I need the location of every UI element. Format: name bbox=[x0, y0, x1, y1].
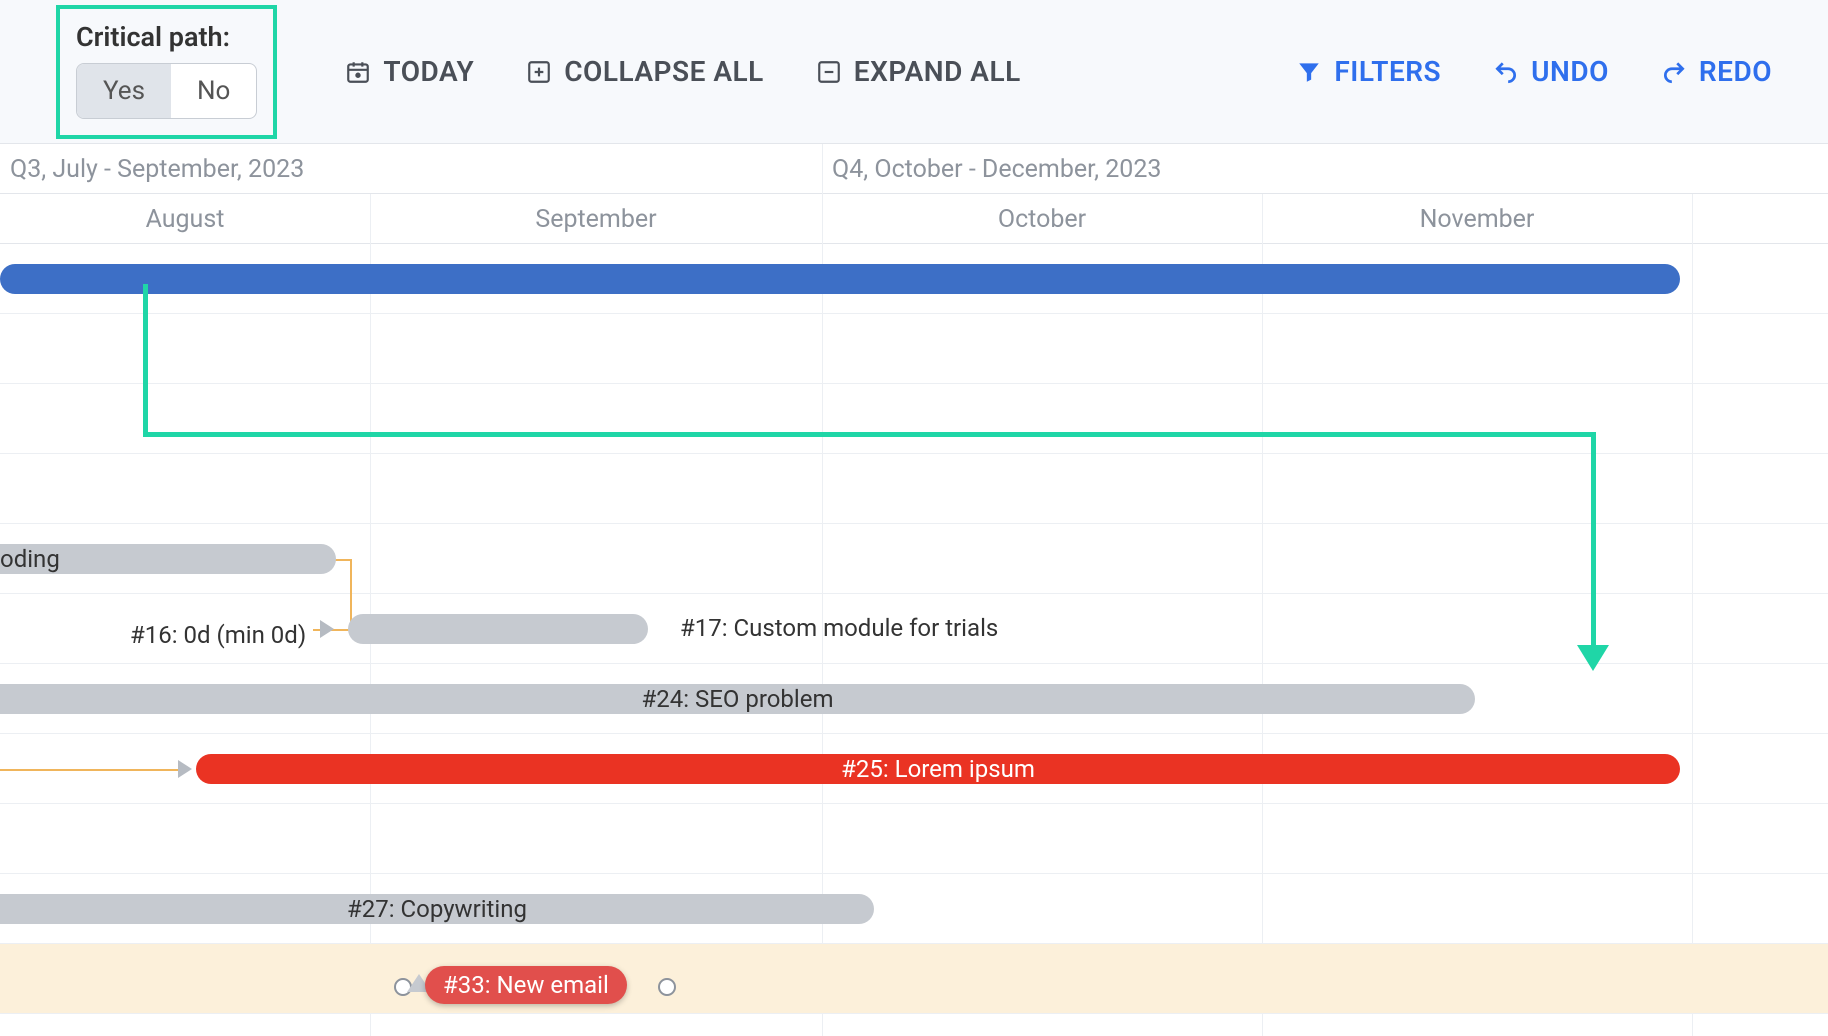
expand-icon bbox=[816, 59, 842, 85]
gantt-bar-label: oding bbox=[0, 545, 60, 573]
timeline-month-aug: August bbox=[0, 194, 370, 244]
gantt-chart-area[interactable]: Q3, July - September, 2023 Q4, October -… bbox=[0, 144, 1828, 1036]
critical-path-label: Critical path: bbox=[76, 21, 257, 53]
dependency-line bbox=[0, 769, 180, 771]
gantt-bar-lorem-critical[interactable]: #25: Lorem ipsum bbox=[196, 754, 1680, 784]
annotation-arrowhead-icon bbox=[1577, 645, 1609, 671]
gantt-bar-copy[interactable]: #27: Copywriting bbox=[0, 894, 874, 924]
collapse-all-button[interactable]: COLLAPSE ALL bbox=[526, 55, 764, 88]
redo-icon bbox=[1661, 59, 1687, 85]
today-label: TODAY bbox=[383, 55, 474, 88]
undo-button[interactable]: UNDO bbox=[1493, 55, 1609, 88]
constraint-handle[interactable] bbox=[658, 978, 676, 996]
filter-icon bbox=[1296, 59, 1322, 85]
gantt-row bbox=[0, 944, 1828, 1014]
annotation-arrow-line bbox=[143, 284, 148, 432]
gantt-bar-seo[interactable]: #24: SEO problem bbox=[0, 684, 1475, 714]
gantt-bar-label: #27: Copywriting bbox=[347, 895, 527, 923]
gantt-row bbox=[0, 314, 1828, 384]
gantt-row bbox=[0, 1014, 1828, 1036]
expand-all-button[interactable]: EXPAND ALL bbox=[816, 55, 1021, 88]
toolbar-right-group: FILTERS UNDO REDO bbox=[1296, 55, 1772, 88]
dependency-arrow-icon bbox=[320, 620, 334, 638]
gantt-row bbox=[0, 804, 1828, 874]
gantt-bar-label: #33: New email bbox=[443, 971, 609, 999]
collapse-all-label: COLLAPSE ALL bbox=[564, 55, 764, 88]
timeline-quarter-q3: Q3, July - September, 2023 bbox=[0, 144, 822, 194]
today-button[interactable]: TODAY bbox=[345, 55, 474, 88]
redo-label: REDO bbox=[1699, 55, 1772, 88]
gantt-bar-newemail[interactable]: #33: New email bbox=[425, 966, 627, 1004]
timeline-month-sep: September bbox=[370, 194, 822, 244]
dependency-arrow-icon bbox=[178, 760, 192, 778]
annotation-arrow-line bbox=[1591, 432, 1596, 647]
annotation-arrow-line bbox=[143, 432, 1593, 437]
timeline-month-oct: October bbox=[822, 194, 1262, 244]
gantt-bar-coding[interactable]: oding bbox=[0, 544, 336, 574]
gantt-bar-label: #25: Lorem ipsum bbox=[841, 755, 1035, 783]
timeline-quarter-q4: Q4, October - December, 2023 bbox=[822, 144, 1828, 194]
timeline-month-row: August September October November bbox=[0, 194, 1828, 244]
calendar-today-icon bbox=[345, 59, 371, 85]
critical-path-no-button[interactable]: No bbox=[171, 64, 256, 118]
undo-label: UNDO bbox=[1531, 55, 1609, 88]
gantt-bar-side-label: #17: Custom module for trials bbox=[680, 614, 998, 642]
toolbar: Critical path: Yes No TODAY COLLAPSE ALL… bbox=[0, 0, 1828, 144]
timeline-month-nov: November bbox=[1262, 194, 1692, 244]
timeline-quarter-row: Q3, July - September, 2023 Q4, October -… bbox=[0, 144, 1828, 194]
gantt-bar-summary[interactable] bbox=[0, 264, 1680, 294]
collapse-icon bbox=[526, 59, 552, 85]
critical-path-toggle: Yes No bbox=[76, 63, 257, 119]
redo-button[interactable]: REDO bbox=[1661, 55, 1772, 88]
gantt-row bbox=[0, 454, 1828, 524]
gantt-bar-trials[interactable] bbox=[348, 614, 648, 644]
gantt-bar-label: #24: SEO problem bbox=[641, 685, 833, 713]
toolbar-left-group: TODAY COLLAPSE ALL EXPAND ALL bbox=[345, 55, 1020, 88]
filters-button[interactable]: FILTERS bbox=[1296, 55, 1441, 88]
critical-path-yes-button[interactable]: Yes bbox=[77, 64, 171, 118]
expand-all-label: EXPAND ALL bbox=[854, 55, 1021, 88]
critical-path-control: Critical path: Yes No bbox=[56, 5, 277, 139]
filters-label: FILTERS bbox=[1334, 55, 1441, 88]
undo-icon bbox=[1493, 59, 1519, 85]
gantt-row bbox=[0, 384, 1828, 454]
dependency-lag-label: #16: 0d (min 0d) bbox=[130, 621, 306, 649]
